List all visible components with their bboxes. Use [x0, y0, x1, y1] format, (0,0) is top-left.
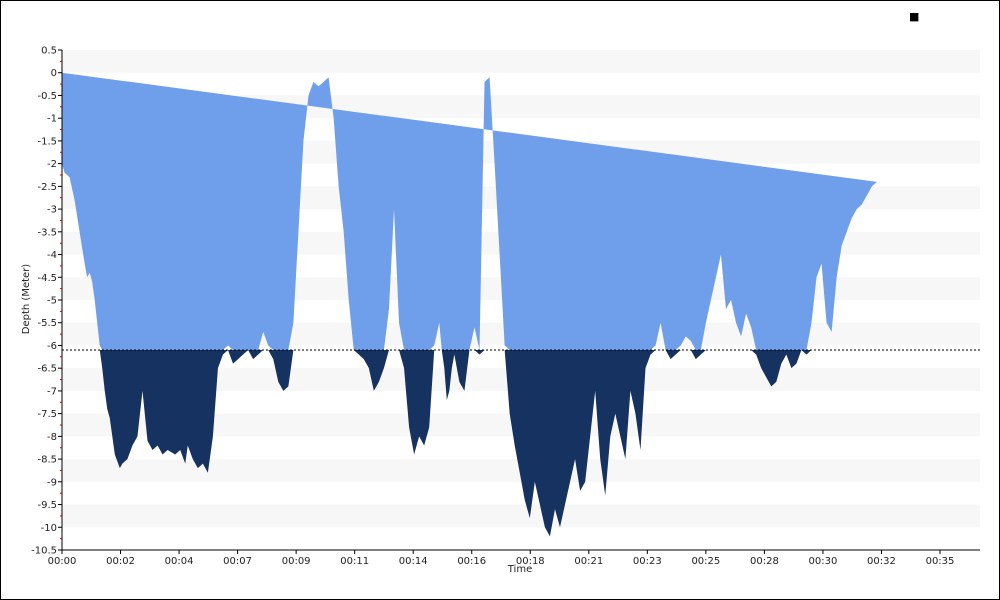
y-tick-label: -4.5: [37, 273, 57, 284]
x-tick-label: 00:04: [165, 556, 194, 567]
x-tick-label: 00:14: [399, 556, 428, 567]
y-tick-label: -5: [47, 296, 57, 307]
y-tick-label: -7: [47, 386, 57, 397]
x-tick-label: 00:09: [282, 556, 311, 567]
y-tick-label: -10.5: [31, 546, 57, 557]
depth-chart: 0.5 0 -0.5 -1 -1.5 -2 -2.5 -3 -3.5 -4 -4.5 -5 -5.5 -6…: [21, 10, 980, 575]
y-tick-label: -2: [47, 159, 57, 170]
y-tick-label: -8.5: [37, 455, 57, 466]
y-tick-label: -4: [47, 250, 57, 261]
y-tick-label: -2.5: [37, 182, 57, 193]
x-tick-label: 00:21: [574, 556, 603, 567]
y-tick-label: -10: [41, 523, 57, 534]
y-tick-label: -1.5: [37, 136, 57, 147]
band: [62, 504, 980, 528]
x-tick-label: 00:25: [691, 556, 720, 567]
y-tick-label: -3.5: [37, 227, 57, 238]
y-tick-label: 0.5: [41, 46, 57, 57]
y-tick-label: -6.5: [37, 364, 57, 375]
y-tick-label: -6: [47, 341, 57, 352]
x-tick-label: 00:23: [633, 556, 662, 567]
y-tick-label: -1: [47, 114, 57, 125]
chart-frame: 0.5 0 -0.5 -1 -1.5 -2 -2.5 -3 -3.5 -4 -4.5 -5 -5.5 -6…: [0, 0, 1000, 600]
x-tick-label: 00:16: [457, 556, 486, 567]
y-tick-label: -5.5: [37, 318, 57, 329]
y-tick-label: -7.5: [37, 409, 57, 420]
x-tick-label: 00:07: [223, 556, 252, 567]
y-tick-label: 0: [51, 68, 57, 79]
x-tick-label: 00:32: [867, 556, 896, 567]
y-axis-title: Depth (Meter): [21, 264, 32, 335]
y-axis: 0.5 0 -0.5 -1 -1.5 -2 -2.5 -3 -3.5 -4 -4.5 -5 -5.5 -6…: [31, 46, 63, 557]
band: [62, 50, 980, 73]
x-tick-label: 00:30: [809, 556, 838, 567]
x-tick-label: 00:11: [340, 556, 369, 567]
x-tick-label: 00:02: [106, 556, 135, 567]
y-tick-label: -8: [47, 432, 57, 443]
y-tick-label: -0.5: [37, 91, 57, 102]
y-tick-label: -9: [47, 477, 57, 488]
legend-marker: ■: [909, 10, 919, 23]
y-tick-label: -3: [47, 205, 57, 216]
x-axis-title: Time: [507, 564, 532, 575]
y-tick-label: -9.5: [37, 500, 57, 511]
x-tick-label: 00:35: [926, 556, 955, 567]
x-tick-label: 00:28: [750, 556, 779, 567]
x-tick-label: 00:00: [48, 556, 77, 567]
